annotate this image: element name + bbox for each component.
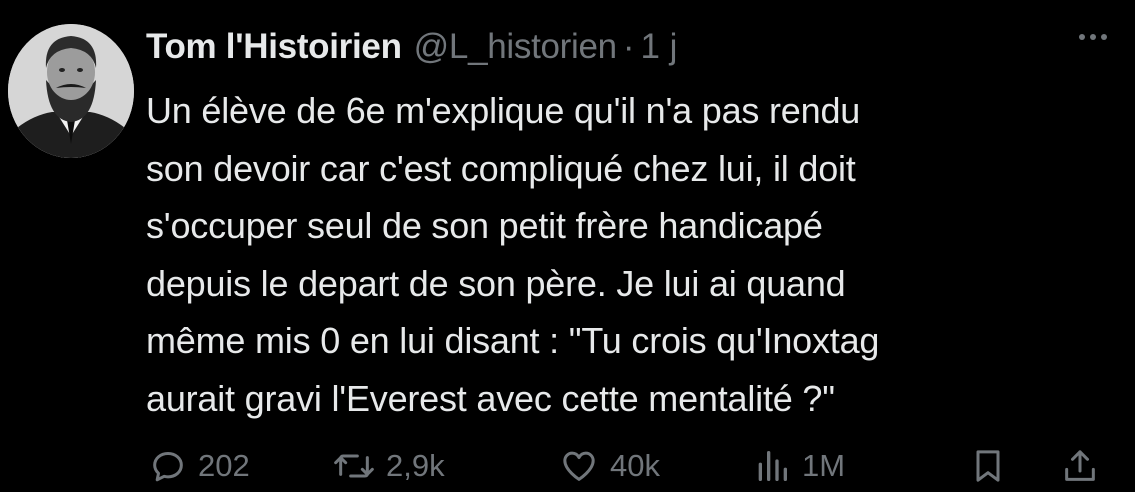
tweet-text-line: Un élève de 6e m'explique qu'il n'a pas …: [146, 90, 861, 131]
like-button[interactable]: 40k: [558, 446, 660, 486]
tweet-text-line: aurait gravi l'Everest avec cette mental…: [146, 377, 835, 419]
bookmark-icon: [976, 450, 1000, 482]
tweet-card[interactable]: Tom l'Histoirien @L_historien · 1 j Un é…: [0, 0, 1135, 492]
heart-icon: [563, 451, 595, 481]
repost-arrows-icon: [334, 454, 374, 478]
author-display-name[interactable]: Tom l'Histoirien: [146, 27, 402, 67]
avatar-portrait-image: [8, 24, 134, 158]
share-button[interactable]: [1060, 446, 1100, 486]
tweet-text-line: son devoir car c'est compliqué chez lui,…: [146, 147, 856, 189]
views-count: 1M: [802, 448, 846, 483]
reply-count: 202: [198, 448, 250, 483]
avatar[interactable]: [8, 24, 134, 158]
share-upload-icon: [1065, 450, 1095, 481]
tweet-timestamp[interactable]: 1 j: [640, 27, 677, 67]
reply-bubble-icon: [153, 452, 183, 482]
more-dots-icon[interactable]: [1079, 34, 1107, 40]
repost-count: 2,9k: [386, 448, 445, 483]
tweet-text-line: depuis le depart de son père. Je lui ai …: [146, 262, 846, 304]
like-count: 40k: [610, 448, 660, 483]
reply-button[interactable]: 202: [148, 446, 250, 486]
tweet-text-line: s'occuper seul de son petit frère handic…: [146, 205, 823, 246]
tweet-header: Tom l'Histoirien @L_historien · 1 j: [146, 22, 677, 72]
tweet-text: Un élève de 6e m'explique qu'il n'a pas …: [146, 82, 1106, 427]
separator-dot: ·: [622, 27, 635, 66]
repost-button[interactable]: 2,9k: [332, 446, 445, 486]
views-button[interactable]: 1M: [752, 446, 845, 486]
views-bars-icon: [758, 451, 787, 481]
author-handle[interactable]: @L_historien: [414, 27, 617, 67]
bookmark-button[interactable]: [968, 446, 1008, 486]
tweet-action-bar: 202 2,9k 40k 1M: [140, 446, 1100, 492]
tweet-text-line: même mis 0 en lui disant : "Tu crois qu'…: [146, 320, 880, 361]
